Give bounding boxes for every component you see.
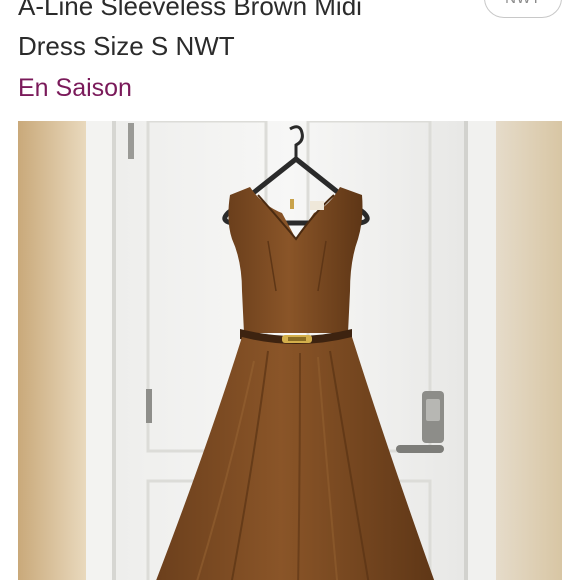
listing-page: A-Line Sleeveless Brown Midi Dress Size … — [0, 0, 580, 580]
listing-title-line-2: Dress Size S NWT — [18, 31, 235, 61]
dress-photo-image — [18, 121, 562, 580]
brand-link[interactable]: En Saison — [18, 73, 132, 103]
listing-photo[interactable] — [18, 121, 562, 580]
condition-badge: NWT — [484, 0, 562, 18]
listing-title-line-1: A-Line Sleeveless Brown Midi — [18, 0, 362, 21]
listing-title: A-Line Sleeveless Brown Midi Dress Size … — [18, 0, 468, 66]
